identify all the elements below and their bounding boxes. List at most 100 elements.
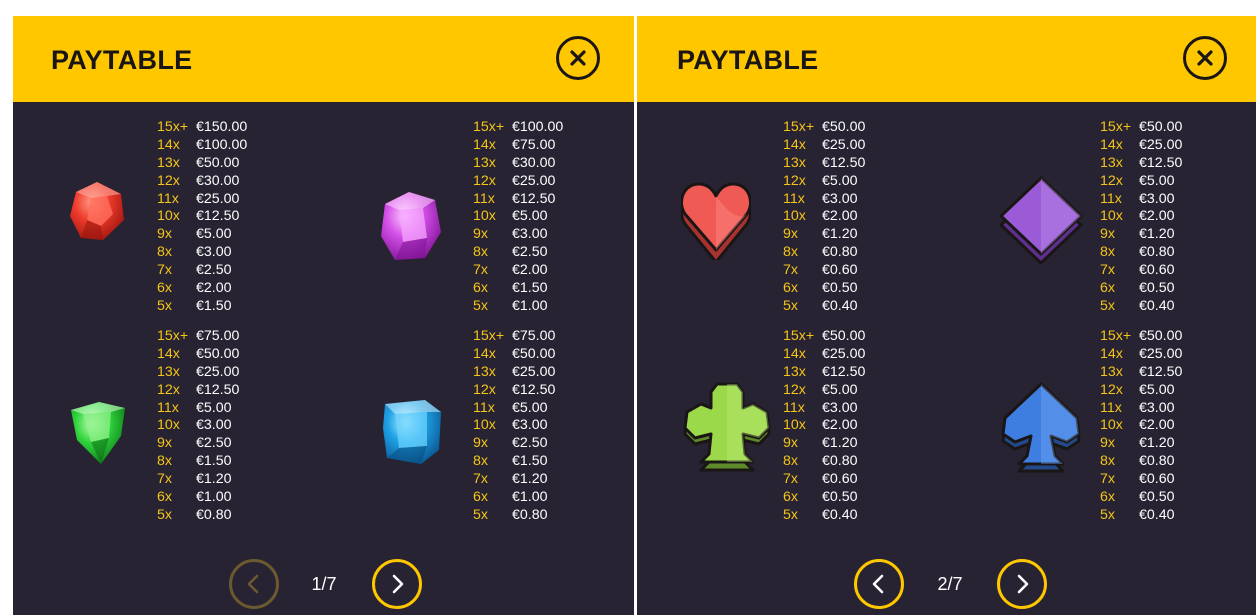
close-button[interactable] — [556, 36, 600, 80]
pay-row: 15x+ €50.00 — [783, 119, 865, 137]
next-page-button[interactable] — [372, 559, 422, 609]
pay-value: €12.50 — [196, 381, 240, 398]
pay-row: 6x €0.50 — [1100, 489, 1182, 507]
paytable-panel-page-1: PAYTABLE 15x+ €150.00 14x €100.00 13x €50.0… — [13, 16, 634, 615]
pay-count: 15x+ — [783, 119, 815, 135]
pay-value: €1.50 — [512, 453, 548, 470]
pay-value: €25.00 — [822, 136, 866, 153]
pay-value: €75.00 — [512, 136, 556, 153]
pay-count: 15x+ — [1100, 119, 1132, 135]
pay-value: €1.20 — [512, 471, 548, 488]
pay-count: 12x — [783, 172, 806, 189]
pay-value: €1.20 — [196, 471, 232, 488]
pay-count: 6x — [783, 489, 798, 506]
pay-value: €3.00 — [512, 417, 548, 434]
pay-row: 10x €2.00 — [1100, 417, 1182, 435]
pay-row: 15x+ €150.00 — [157, 119, 247, 137]
pay-row: 13x €12.50 — [783, 155, 865, 173]
pay-value: €0.60 — [822, 471, 858, 488]
pay-value: €5.00 — [822, 381, 858, 398]
pay-count: 5x — [783, 506, 798, 523]
pay-count: 5x — [473, 506, 488, 523]
pay-value: €100.00 — [512, 119, 564, 135]
pay-row: 13x €12.50 — [783, 364, 865, 382]
pay-count: 7x — [1100, 471, 1115, 488]
paytable-blue-gem: 15x+ €75.00 14x €50.00 13x €25.00 12x €12.50… — [473, 328, 555, 525]
spade-suit-icon — [1001, 382, 1081, 473]
pay-value: €1.20 — [1139, 226, 1175, 243]
pay-count: 9x — [1100, 226, 1115, 243]
pay-count: 7x — [473, 471, 488, 488]
pay-row: 6x €2.00 — [157, 280, 247, 298]
pay-value: €0.80 — [196, 506, 232, 523]
pay-row: 10x €2.00 — [783, 417, 865, 435]
pay-value: €12.50 — [822, 363, 866, 380]
pay-count: 10x — [473, 208, 496, 225]
pay-count: 14x — [1100, 345, 1123, 362]
pay-row: 5x €0.40 — [783, 507, 865, 525]
pay-value: €12.50 — [1139, 363, 1183, 380]
pay-value: €1.00 — [512, 489, 548, 506]
pay-value: €0.80 — [822, 453, 858, 470]
pay-count: 14x — [157, 136, 180, 153]
pay-row: 7x €1.20 — [473, 471, 555, 489]
chevron-left-icon — [872, 574, 884, 594]
pay-value: €150.00 — [196, 119, 248, 135]
pay-value: €2.50 — [512, 244, 548, 261]
pay-count: 11x — [157, 399, 179, 416]
pay-row: 9x €3.00 — [473, 226, 563, 244]
prev-page-button[interactable] — [229, 559, 279, 609]
pay-value: €25.00 — [512, 172, 556, 189]
pay-row: 6x €1.00 — [157, 489, 239, 507]
pay-row: 13x €12.50 — [1100, 155, 1182, 173]
pay-count: 8x — [783, 453, 798, 470]
pay-row: 5x €0.40 — [1100, 298, 1182, 316]
next-page-button[interactable] — [997, 559, 1047, 609]
pay-row: 9x €1.20 — [783, 226, 865, 244]
pay-row: 12x €25.00 — [473, 173, 563, 191]
pay-count: 5x — [157, 297, 172, 314]
pay-count: 7x — [783, 471, 798, 488]
pay-value: €2.00 — [822, 208, 858, 225]
pay-count: 12x — [783, 381, 806, 398]
pay-row: 9x €1.20 — [1100, 435, 1182, 453]
pay-row: 10x €5.00 — [473, 208, 563, 226]
pay-row: 10x €12.50 — [157, 208, 247, 226]
pay-count: 8x — [1100, 244, 1115, 261]
pay-count: 5x — [157, 506, 172, 523]
pay-row: 9x €1.20 — [783, 435, 865, 453]
pay-row: 8x €0.80 — [1100, 244, 1182, 262]
paytable-club: 15x+ €50.00 14x €25.00 13x €12.50 12x €5.00 … — [783, 328, 865, 525]
pay-row: 14x €75.00 — [473, 137, 563, 155]
pay-row: 6x €0.50 — [1100, 280, 1182, 298]
pay-row: 8x €1.50 — [473, 453, 555, 471]
pay-count: 9x — [1100, 435, 1115, 452]
pay-value: €3.00 — [512, 226, 548, 243]
close-button[interactable] — [1183, 36, 1227, 80]
pay-count: 11x — [1100, 190, 1122, 207]
pay-value: €25.00 — [822, 345, 866, 362]
pay-value: €25.00 — [512, 363, 556, 380]
pay-count: 13x — [1100, 363, 1123, 380]
paytable-spade: 15x+ €50.00 14x €25.00 13x €12.50 12x €5.00 … — [1100, 328, 1182, 525]
pay-value: €0.50 — [822, 489, 858, 506]
pay-row: 13x €25.00 — [473, 364, 555, 382]
pay-count: 12x — [473, 172, 496, 189]
pay-value: €2.50 — [196, 262, 232, 279]
pay-row: 8x €1.50 — [157, 453, 239, 471]
pay-row: 9x €5.00 — [157, 226, 247, 244]
pay-count: 9x — [783, 435, 798, 452]
pay-value: €5.00 — [822, 172, 858, 189]
prev-page-button[interactable] — [854, 559, 904, 609]
pay-value: €3.00 — [822, 399, 858, 416]
pay-value: €3.00 — [196, 244, 232, 261]
pay-count: 6x — [157, 489, 172, 506]
pay-row: 7x €0.60 — [1100, 471, 1182, 489]
pay-count: 8x — [473, 244, 488, 261]
pay-value: €0.60 — [822, 262, 858, 279]
green-gem-icon — [71, 402, 125, 464]
paytable-diamond: 15x+ €50.00 14x €25.00 13x €12.50 12x €5.00 … — [1100, 119, 1182, 316]
pay-row: 13x €30.00 — [473, 155, 563, 173]
pay-value: €50.00 — [196, 345, 240, 362]
pay-count: 6x — [473, 280, 488, 297]
